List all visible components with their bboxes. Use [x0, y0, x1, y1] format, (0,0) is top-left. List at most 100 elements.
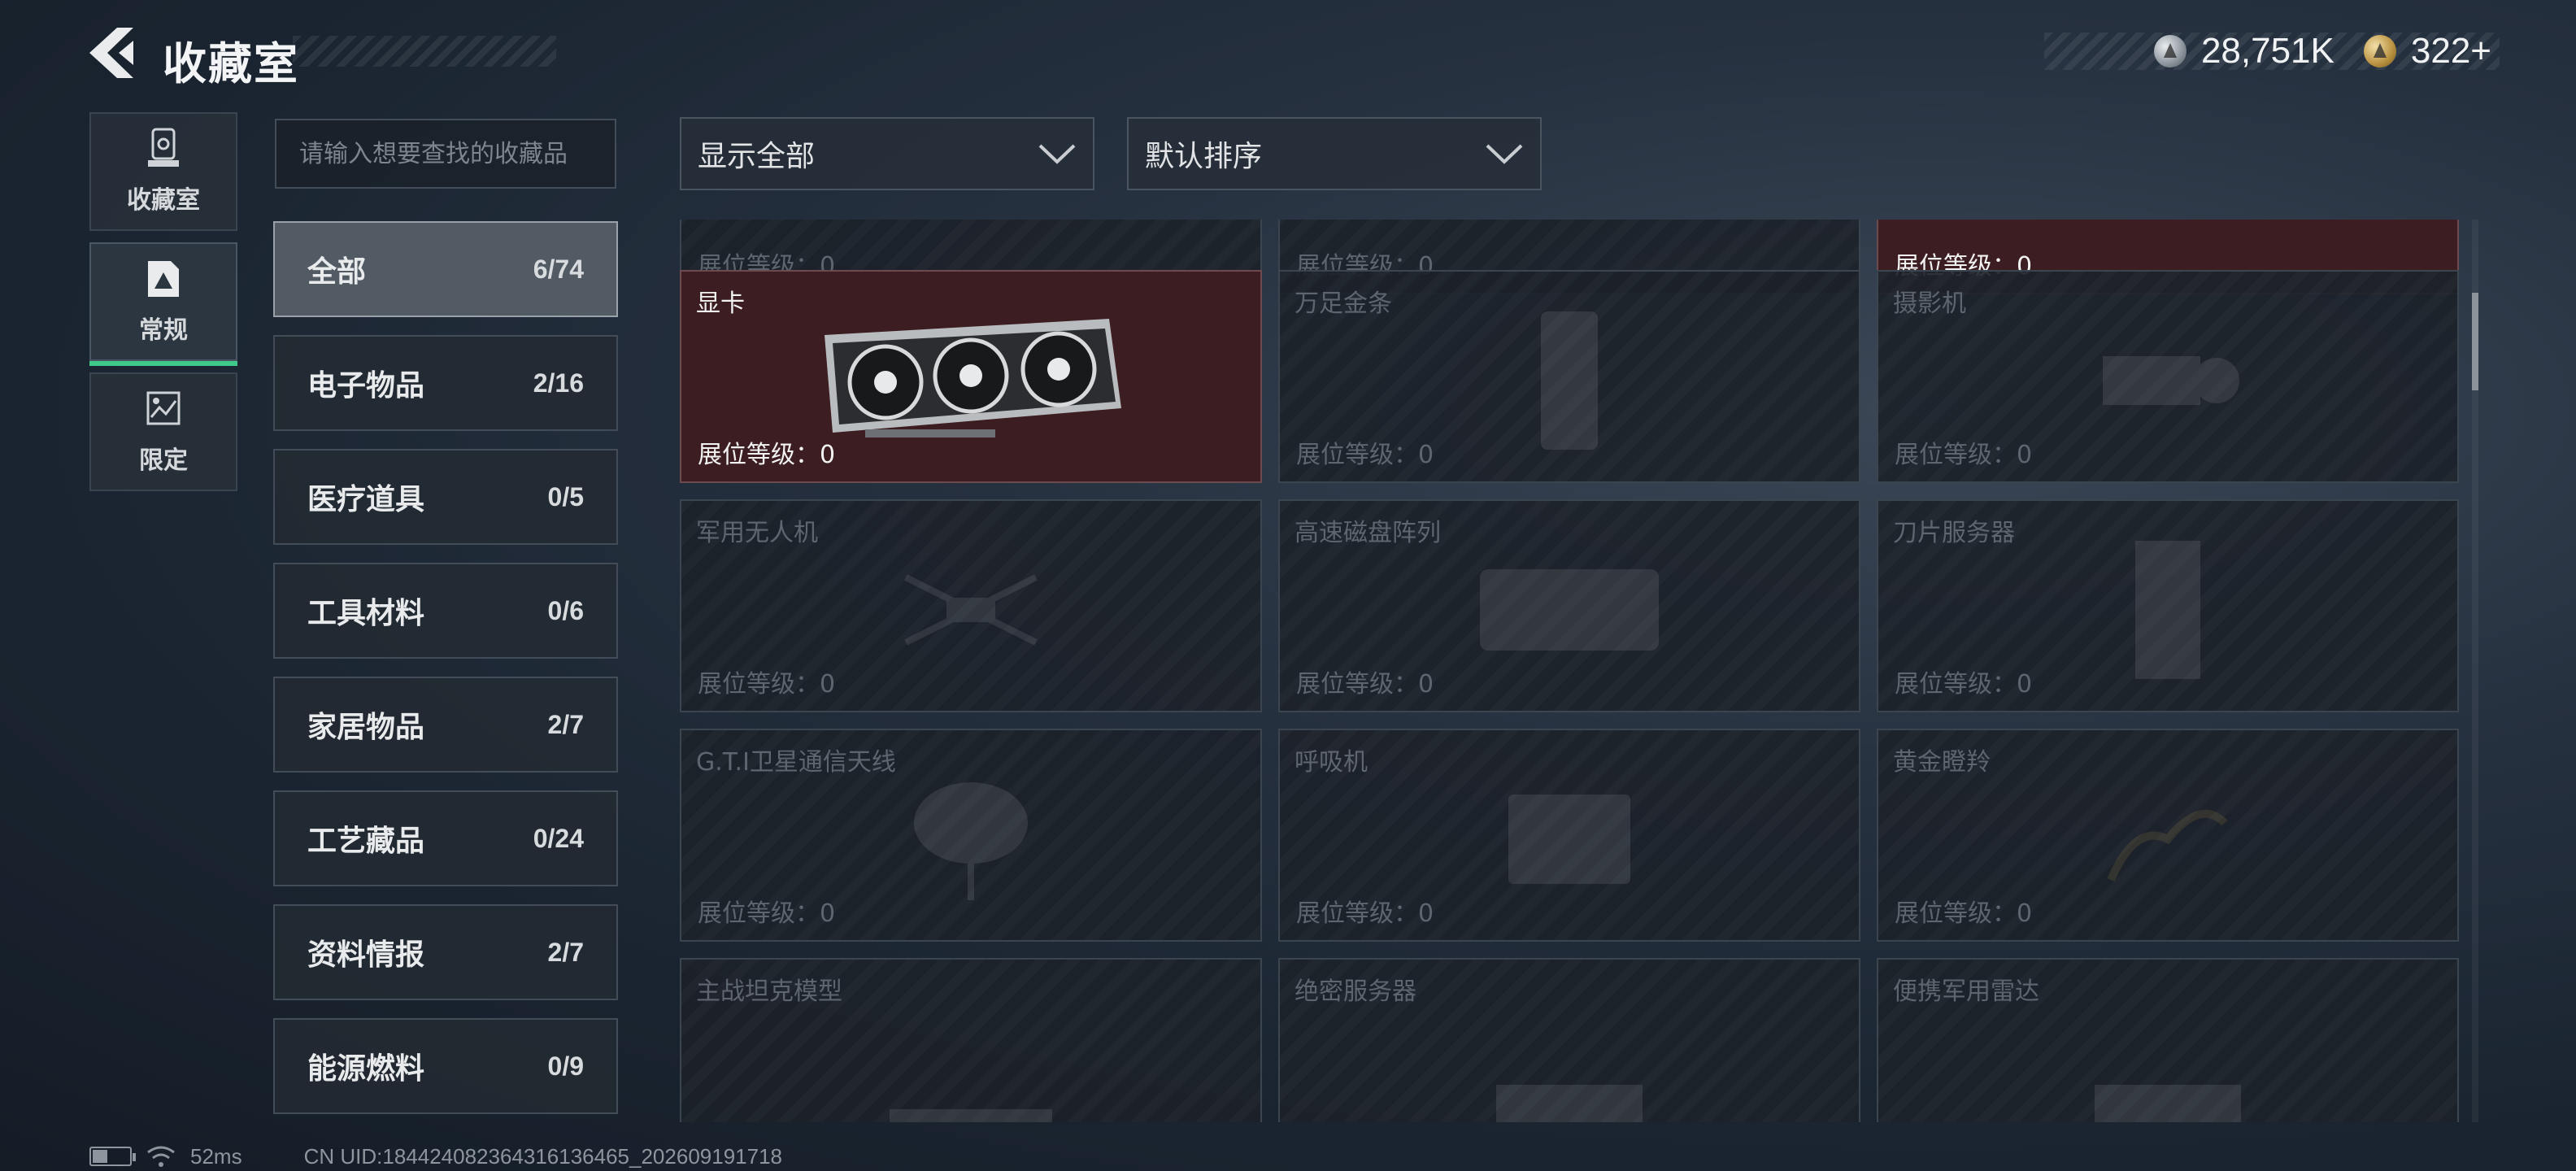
tab-limited[interactable]: 限定	[89, 372, 237, 491]
card-level: 展位等级：0	[1895, 441, 2033, 469]
battery-icon	[89, 1147, 136, 1166]
camera-icon	[2103, 356, 2239, 406]
limited-icon	[146, 391, 181, 425]
collection-card[interactable]: 刀片服务器 展位等级：0	[1877, 499, 2459, 712]
card-level: 展位等级：0	[698, 899, 836, 928]
silver-currency-value: 28,751K	[2200, 31, 2334, 71]
category-count: 2/7	[547, 937, 584, 967]
card-name: 显卡	[696, 289, 745, 318]
collection-grid: 展位等级：0 展位等级：0 展位等级：0 显卡 展位等级：0 万足金条 展位等级…	[680, 220, 2461, 1122]
card-name: 摄影机	[1893, 289, 1966, 318]
category-list: 全部 6/74 电子物品 2/16 医疗道具 0/5 工具材料 0/6 家居物品…	[273, 221, 618, 1132]
collection-card[interactable]: 黄金瞪羚 展位等级：0	[1877, 729, 2459, 942]
category-label: 工具材料	[307, 597, 425, 630]
category-crafts[interactable]: 工艺藏品 0/24	[273, 790, 618, 886]
gold-coin-icon	[2363, 35, 2396, 67]
back-arrow-icon[interactable]	[86, 24, 137, 81]
side-tab-rail: 收藏室 常规 限定	[89, 112, 237, 503]
gold-bar-icon	[1541, 311, 1598, 451]
tab-regular[interactable]: 常规	[89, 242, 237, 366]
category-count: 0/24	[533, 823, 584, 853]
collection-icon	[148, 128, 179, 167]
title-stripe-decoration	[293, 36, 556, 67]
display-filter-dropdown[interactable]: 显示全部	[680, 117, 1094, 190]
sort-dropdown[interactable]: 默认排序	[1127, 117, 1542, 190]
collection-card[interactable]: 万足金条 展位等级：0	[1278, 270, 1860, 483]
tab-regular-label: 常规	[139, 316, 188, 345]
search-input[interactable]	[275, 119, 616, 189]
category-count: 0/6	[547, 595, 584, 625]
satellite-dish-icon	[914, 782, 1028, 901]
card-name: 呼吸机	[1295, 748, 1368, 777]
collection-card[interactable]: 便携军用雷达	[1877, 958, 2459, 1122]
chevron-down-icon	[1038, 144, 1076, 164]
status-footer: 52ms CN UID:18442408236431613646​5_20260…	[89, 1142, 782, 1171]
category-label: 能源燃料	[307, 1052, 425, 1086]
category-household[interactable]: 家居物品 2/7	[273, 677, 618, 773]
collection-card[interactable]: 高速磁盘阵列 展位等级：0	[1278, 499, 1860, 712]
military-radar-icon	[2095, 1084, 2241, 1122]
collection-card-gpu[interactable]: 显卡 展位等级：0	[680, 270, 1262, 483]
collection-card[interactable]: 主战坦克模型	[680, 958, 1262, 1122]
regular-icon	[148, 261, 179, 297]
card-name: 便携军用雷达	[1893, 977, 2039, 1006]
golden-gazelle-icon	[2107, 809, 2228, 882]
card-name: 军用无人机	[696, 519, 818, 547]
category-count: 2/7	[547, 709, 584, 739]
wifi-icon	[147, 1146, 175, 1167]
card-level: 展位等级：0	[1296, 899, 1434, 928]
card-name: 万足金条	[1295, 289, 1392, 318]
category-all[interactable]: 全部 6/74	[273, 221, 618, 317]
card-level: 展位等级：0	[1296, 670, 1434, 699]
category-count: 6/74	[533, 254, 584, 284]
ventilator-icon	[1508, 794, 1630, 885]
collection-card[interactable]: 军用无人机 展位等级：0	[680, 499, 1262, 712]
category-tools[interactable]: 工具材料 0/6	[273, 563, 618, 659]
category-intel[interactable]: 资料情报 2/7	[273, 904, 618, 1000]
sort-value: 默认排序	[1145, 140, 1263, 173]
tab-collection-label: 收藏室	[127, 186, 200, 215]
currency-bar: 28,751K 322+	[2044, 31, 2500, 72]
card-name: G.T.I卫星通信天线	[696, 748, 896, 777]
tank-model-icon	[890, 1108, 1052, 1122]
collection-card[interactable]: 呼吸机 展位等级：0	[1278, 729, 1860, 942]
chevron-down-icon	[1486, 144, 1523, 164]
user-uid: CN UID:18442408236431613646​5_2026091917…	[303, 1143, 782, 1169]
top-secret-server-icon	[1496, 1084, 1643, 1122]
category-label: 电子物品	[307, 369, 425, 403]
card-level: 展位等级：0	[698, 670, 836, 699]
category-label: 家居物品	[307, 711, 425, 744]
tab-limited-label: 限定	[139, 446, 188, 475]
disk-array-icon	[1480, 569, 1659, 651]
card-name: 主战坦克模型	[696, 977, 842, 1006]
category-electronics[interactable]: 电子物品 2/16	[273, 335, 618, 431]
category-medical[interactable]: 医疗道具 0/5	[273, 449, 618, 545]
scroll-thumb[interactable]	[2472, 293, 2478, 390]
category-label: 工艺藏品	[307, 825, 425, 858]
category-energy[interactable]: 能源燃料 0/9	[273, 1018, 618, 1114]
display-filter-value: 显示全部	[698, 140, 816, 173]
category-count: 2/16	[533, 368, 584, 398]
collection-card[interactable]: 绝密服务器	[1278, 958, 1860, 1122]
blade-server-icon	[2135, 541, 2200, 680]
collection-card[interactable]: G.T.I卫星通信天线 展位等级：0	[680, 729, 1262, 942]
card-name: 高速磁盘阵列	[1295, 519, 1441, 547]
silver-coin-icon	[2153, 35, 2187, 67]
collection-card[interactable]: 摄影机 展位等级：0	[1877, 270, 2459, 483]
card-name: 刀片服务器	[1893, 519, 2015, 547]
category-label: 全部	[307, 255, 367, 289]
ping-value: 52ms	[190, 1143, 242, 1169]
gold-currency-value[interactable]: 322+	[2411, 31, 2491, 72]
category-label: 资料情报	[307, 938, 425, 972]
category-label: 医疗道具	[307, 483, 425, 516]
tab-collection[interactable]: 收藏室	[89, 112, 237, 231]
card-name: 黄金瞪羚	[1893, 748, 1991, 777]
category-count: 0/5	[547, 481, 584, 511]
graphics-card-image	[825, 319, 1121, 437]
card-level: 展位等级：0	[1895, 899, 2033, 928]
grid-scrollbar[interactable]	[2472, 220, 2478, 1122]
card-level: 展位等级：0	[698, 441, 836, 469]
category-count: 0/9	[547, 1051, 584, 1081]
card-level: 展位等级：0	[1895, 670, 2033, 699]
drone-icon	[904, 574, 1038, 646]
